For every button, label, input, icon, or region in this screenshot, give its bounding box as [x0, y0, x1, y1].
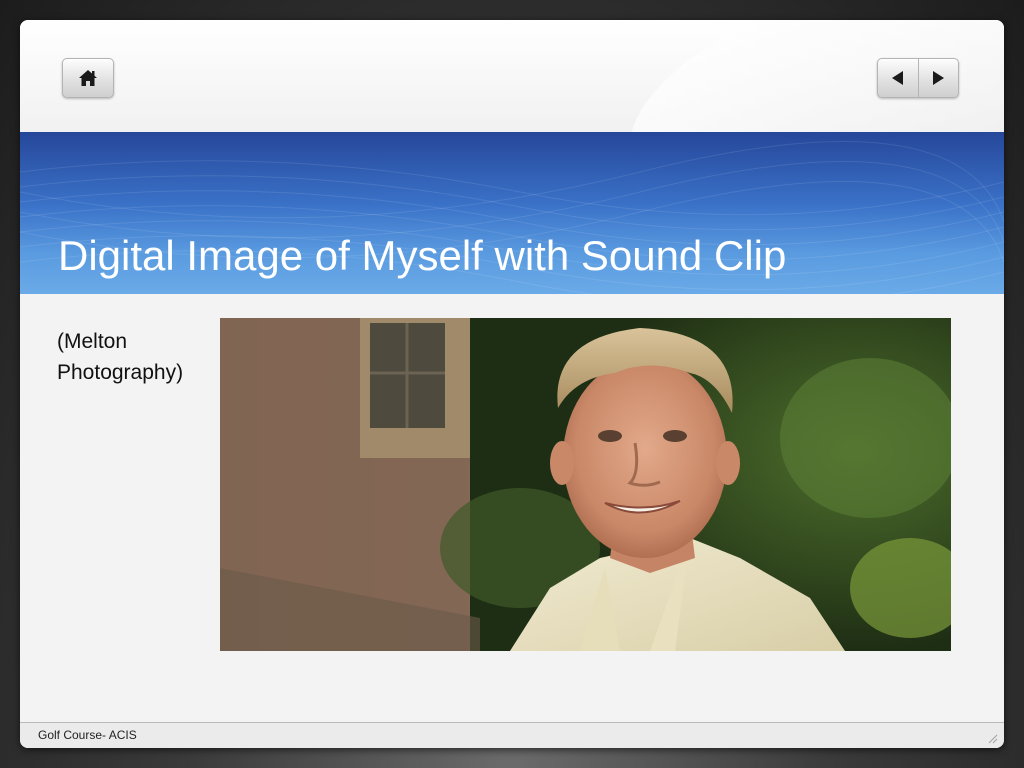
previous-slide-button[interactable] — [878, 59, 918, 97]
slide-footer: Golf Course- ACIS — [20, 723, 1004, 748]
slide: Digital Image of Myself with Sound Clip … — [20, 20, 1004, 748]
next-slide-button[interactable] — [918, 59, 958, 97]
slide-header-band — [20, 20, 1004, 132]
portrait-photo — [220, 318, 951, 651]
title-band: Digital Image of Myself with Sound Clip — [20, 132, 1004, 294]
slide-title: Digital Image of Myself with Sound Clip — [58, 232, 787, 279]
resize-grip-icon[interactable] — [986, 732, 998, 744]
photo-caption: (Melton Photography) — [57, 326, 217, 388]
caption-line: Photography) — [57, 361, 184, 384]
triangle-right-icon — [933, 71, 945, 85]
footer-text: Golf Course- ACIS — [38, 728, 137, 742]
home-icon — [79, 70, 97, 86]
caption-line: (Melton — [57, 330, 128, 353]
triangle-left-icon — [891, 71, 903, 85]
slide-navigation — [877, 58, 959, 98]
home-button[interactable] — [62, 58, 114, 98]
